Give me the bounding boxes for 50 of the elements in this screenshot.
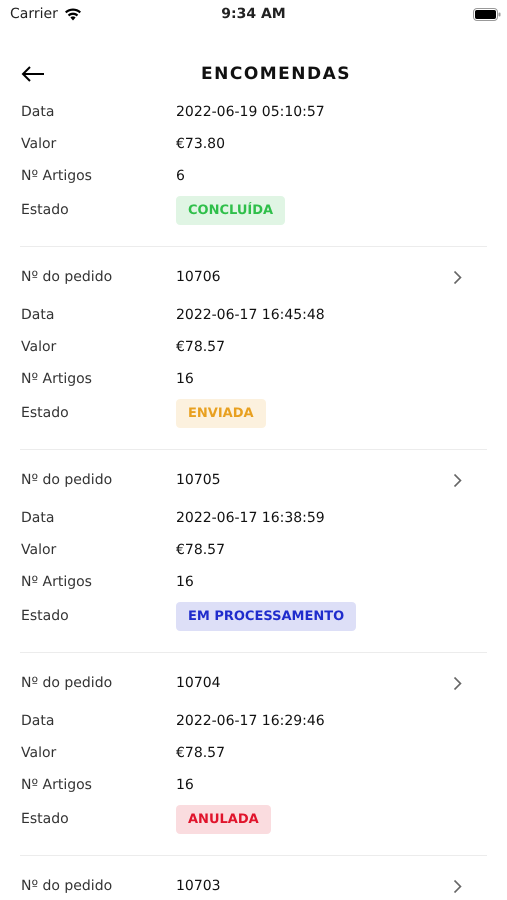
field-value: 2022-06-17 16:29:46 bbox=[176, 713, 325, 729]
status-badge: ANULADA bbox=[176, 804, 271, 834]
field-label: Valor bbox=[21, 542, 58, 558]
field-value: €73.80 bbox=[176, 136, 225, 152]
field-label: Estado bbox=[21, 202, 70, 218]
field-label: Valor bbox=[21, 745, 58, 761]
field-label: Nº do pedido bbox=[21, 878, 114, 894]
field-label: Nº Artigos bbox=[21, 777, 93, 793]
chevron-right-icon[interactable] bbox=[453, 270, 462, 284]
field-label: Data bbox=[21, 713, 56, 729]
clock-time: 9:34 AM bbox=[220, 6, 287, 22]
field-value: 16 bbox=[176, 371, 194, 387]
chevron-right-icon[interactable] bbox=[453, 878, 462, 894]
field-value: 2022-06-19 05:10:57 bbox=[176, 104, 325, 120]
field-label: Estado bbox=[21, 608, 70, 624]
field-value: €78.57 bbox=[176, 745, 225, 761]
back-arrow-icon[interactable] bbox=[21, 66, 45, 82]
wifi-icon bbox=[64, 8, 82, 20]
field-label: Valor bbox=[21, 136, 58, 152]
field-label: Nº Artigos bbox=[21, 574, 93, 590]
field-value: €78.57 bbox=[176, 339, 225, 355]
order-number: 10704 bbox=[176, 675, 221, 691]
field-label: Nº Artigos bbox=[21, 168, 93, 184]
field-label: Estado bbox=[21, 405, 70, 421]
field-label: Nº do pedido bbox=[21, 472, 114, 488]
field-label: Nº Artigos bbox=[21, 371, 93, 387]
chevron-right-icon[interactable] bbox=[453, 676, 462, 690]
field-label: Estado bbox=[21, 811, 70, 827]
battery-icon bbox=[473, 8, 501, 20]
order-number: 10703 bbox=[176, 878, 221, 894]
field-label: Nº do pedido bbox=[21, 269, 114, 285]
field-label: Nº do pedido bbox=[21, 675, 114, 691]
field-label: Data bbox=[21, 510, 56, 526]
page-title: ENCOMENDAS bbox=[201, 64, 352, 84]
field-value: €78.57 bbox=[176, 542, 225, 558]
field-value: 16 bbox=[176, 777, 194, 793]
field-value: 16 bbox=[176, 574, 194, 590]
chevron-right-icon[interactable] bbox=[453, 472, 462, 488]
field-label: Valor bbox=[21, 339, 58, 355]
field-value: 6 bbox=[176, 168, 185, 184]
field-label: Data bbox=[21, 307, 56, 323]
order-number: 10705 bbox=[176, 472, 221, 488]
field-value: 2022-06-17 16:45:48 bbox=[176, 307, 325, 323]
status-badge: ENVIADA bbox=[176, 398, 266, 428]
status-badge: CONCLUÍDA bbox=[176, 196, 286, 224]
carrier-label: Carrier bbox=[10, 6, 58, 22]
field-label: Data bbox=[21, 104, 56, 120]
field-value: 2022-06-17 16:38:59 bbox=[176, 510, 325, 526]
order-number: 10706 bbox=[176, 269, 221, 285]
status-badge: EM PROCESSAMENTO bbox=[176, 602, 356, 630]
